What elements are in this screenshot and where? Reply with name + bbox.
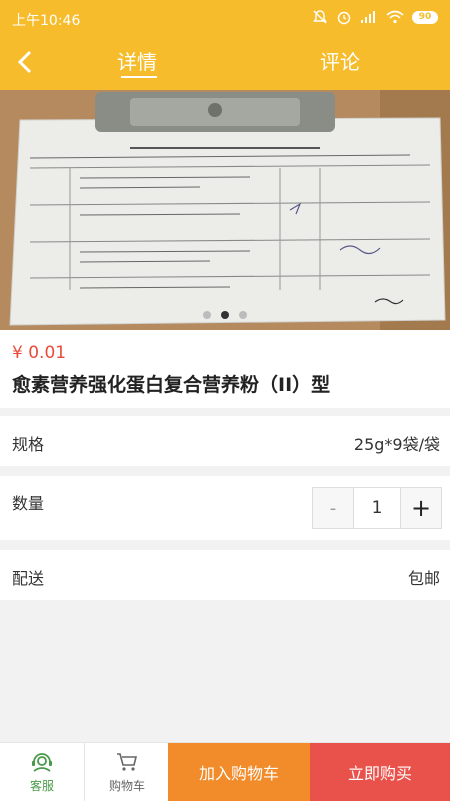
customer-service-label: 客服: [29, 778, 54, 793]
quantity-plus-button[interactable]: +: [400, 488, 441, 528]
spec-value: 25g*9袋/袋: [353, 435, 440, 454]
alarm-icon: [336, 9, 352, 25]
quantity-minus-button[interactable]: -: [313, 488, 354, 528]
tab-active-indicator: [121, 76, 157, 78]
product-image-carousel[interactable]: [0, 90, 450, 330]
header: 上午10:46 90 详情 评论: [0, 0, 450, 90]
quantity-stepper: - 1 +: [312, 487, 442, 529]
cart-button[interactable]: 购物车: [84, 743, 169, 801]
cart-label: 购物车: [108, 778, 145, 793]
quantity-row: 数量 - 1 +: [0, 476, 450, 540]
product-price: ¥ 0.01: [12, 343, 67, 363]
buy-now-button[interactable]: 立即购买: [310, 743, 450, 801]
tab-comment[interactable]: 评论: [320, 46, 360, 75]
carousel-dot-active: [221, 311, 229, 319]
status-bar: 上午10:46 90: [0, 0, 450, 36]
mute-icon: [312, 9, 328, 25]
add-to-cart-button[interactable]: 加入购物车: [168, 743, 310, 801]
spec-label: 规格: [12, 435, 45, 454]
carousel-dot: [203, 311, 211, 319]
quantity-value[interactable]: 1: [354, 488, 400, 528]
shipping-label: 配送: [12, 569, 45, 588]
status-time: 上午10:46: [12, 13, 81, 29]
product-title: 愈素营养强化蛋白复合营养粉（II）型: [12, 374, 331, 396]
bottom-action-bar: 客服 购物车 加入购物车 立即购买: [0, 742, 450, 801]
chevron-left-icon: [17, 50, 32, 74]
wifi-icon: [386, 10, 404, 24]
shopping-cart-icon: [117, 752, 138, 771]
battery-icon: 90: [412, 10, 438, 24]
quantity-label: 数量: [12, 494, 45, 513]
status-icons: 90: [312, 9, 438, 25]
customer-service-button[interactable]: 客服: [0, 743, 84, 801]
shipping-value: 包邮: [407, 569, 440, 588]
product-photo: [0, 90, 450, 330]
tab-detail[interactable]: 详情: [117, 46, 157, 75]
carousel-indicator: [0, 311, 450, 319]
navbar: 详情 评论: [0, 36, 450, 90]
carousel-dot: [239, 311, 247, 319]
back-button[interactable]: [10, 46, 42, 78]
signal-icon: [360, 10, 378, 24]
customer-service-icon: [32, 752, 52, 772]
spec-row[interactable]: 规格 25g*9袋/袋: [0, 416, 450, 466]
product-summary: ¥ 0.01 愈素营养强化蛋白复合营养粉（II）型: [0, 330, 450, 408]
shipping-row: 配送 包邮: [0, 550, 450, 600]
